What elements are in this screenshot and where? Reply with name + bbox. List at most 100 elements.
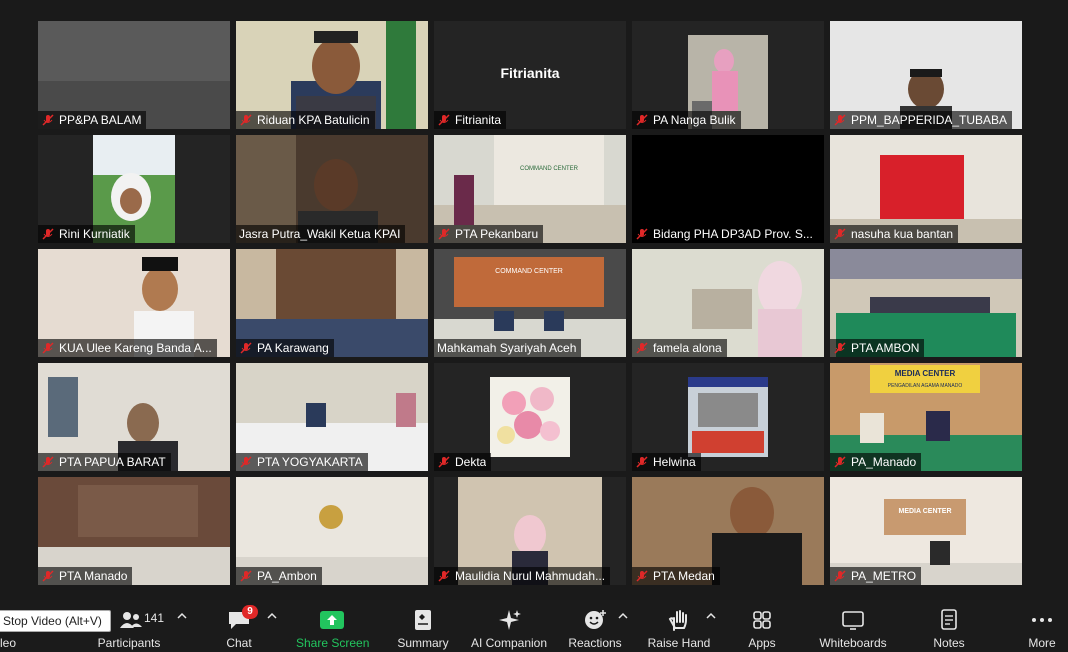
video-tile[interactable]: PTA AMBON bbox=[830, 249, 1022, 357]
muted-mic-icon bbox=[240, 456, 252, 468]
participants-label: Participants bbox=[97, 636, 161, 650]
participant-name: PPM_BAPPERIDA_TUBABA bbox=[851, 113, 1008, 127]
muted-mic-icon bbox=[42, 114, 54, 126]
muted-mic-icon bbox=[438, 456, 450, 468]
participant-nameplate: Helwina bbox=[632, 453, 701, 471]
hand-icon bbox=[668, 610, 687, 631]
participant-nameplate: Maulidia Nurul Mahmudah... bbox=[434, 567, 611, 585]
video-tile[interactable]: COMMAND CENTER PTA Pekanbaru bbox=[434, 135, 626, 243]
reactions-button[interactable]: Reactions bbox=[566, 600, 624, 652]
notes-icon bbox=[941, 609, 957, 630]
video-tile[interactable]: Maulidia Nurul Mahmudah... bbox=[434, 477, 626, 585]
muted-mic-icon bbox=[834, 114, 846, 126]
participant-nameplate: PTA Medan bbox=[632, 567, 720, 585]
video-tile[interactable]: MEDIA CENTER PA_METRO bbox=[830, 477, 1022, 585]
video-tile[interactable]: PTA PAPUA BARAT bbox=[38, 363, 230, 471]
participant-name: Mahkamah Syariyah Aceh bbox=[437, 341, 577, 355]
chat-button[interactable]: 9 Chat bbox=[216, 600, 262, 652]
reactions-label: Reactions bbox=[568, 636, 622, 650]
video-tile[interactable]: Helwina bbox=[632, 363, 824, 471]
video-tile[interactable]: PA_Ambon bbox=[236, 477, 428, 585]
whiteboards-label: Whiteboards bbox=[819, 636, 887, 650]
muted-mic-icon bbox=[636, 570, 648, 582]
video-tile[interactable]: famela alona bbox=[632, 249, 824, 357]
participant-nameplate: Bidang PHA DP3AD Prov. S... bbox=[632, 225, 818, 243]
notes-button[interactable]: Notes bbox=[926, 600, 972, 652]
video-tile[interactable]: KUA Ulee Kareng Banda A... bbox=[38, 249, 230, 357]
notes-label: Notes bbox=[933, 636, 965, 650]
video-tile[interactable]: MEDIA CENTER PENGADILAN AGAMA MANADO PA_… bbox=[830, 363, 1022, 471]
chevron-up-icon[interactable] bbox=[177, 612, 187, 620]
muted-mic-icon bbox=[636, 456, 648, 468]
muted-mic-icon bbox=[42, 342, 54, 354]
video-tile[interactable]: PPM_BAPPERIDA_TUBABA bbox=[830, 21, 1022, 129]
share-screen-button[interactable]: Share Screen bbox=[296, 600, 369, 652]
muted-mic-icon bbox=[636, 228, 648, 240]
apps-label: Apps bbox=[748, 636, 776, 650]
summary-button[interactable]: Summary bbox=[394, 600, 452, 652]
more-label: More bbox=[1028, 636, 1056, 650]
raise-hand-button[interactable]: Raise Hand bbox=[646, 600, 712, 652]
participant-name: Riduan KPA Batulicin bbox=[257, 113, 370, 127]
video-tile[interactable]: PP&PA BALAM bbox=[38, 21, 230, 129]
participant-nameplate: PTA YOGYAKARTA bbox=[236, 453, 368, 471]
muted-mic-icon bbox=[42, 228, 54, 240]
more-button[interactable]: More bbox=[1020, 600, 1064, 652]
participant-name: PTA Medan bbox=[653, 569, 715, 583]
chevron-up-icon[interactable] bbox=[267, 612, 277, 620]
participant-name: PA_Manado bbox=[851, 455, 917, 469]
participant-name: PA Karawang bbox=[257, 341, 329, 355]
participant-name: PTA PAPUA BARAT bbox=[59, 455, 166, 469]
video-tile[interactable]: PA Karawang bbox=[236, 249, 428, 357]
participant-nameplate: Jasra Putra_Wakil Ketua KPAI bbox=[236, 225, 406, 243]
participant-name: famela alona bbox=[653, 341, 722, 355]
video-tile[interactable]: PTA Medan bbox=[632, 477, 824, 585]
participant-nameplate: famela alona bbox=[632, 339, 727, 357]
participant-nameplate: Fitrianita bbox=[434, 111, 507, 129]
media-center-sign: MEDIA CENTER bbox=[898, 508, 951, 515]
video-tile-active-speaker[interactable]: Jasra Putra_Wakil Ketua KPAI bbox=[236, 135, 428, 243]
video-tile[interactable]: COMMAND CENTER Mahkamah Syariyah Aceh bbox=[434, 249, 626, 357]
summary-label: Summary bbox=[397, 636, 449, 650]
video-tile[interactable]: Dekta bbox=[434, 363, 626, 471]
participant-nameplate: PTA Manado bbox=[38, 567, 133, 585]
video-tile[interactable]: PTA Manado bbox=[38, 477, 230, 585]
whiteboards-button[interactable]: Whiteboards bbox=[812, 600, 894, 652]
apps-button[interactable]: Apps bbox=[740, 600, 784, 652]
stop-video-label-partial[interactable]: leo bbox=[0, 636, 16, 650]
video-tile[interactable]: Bidang PHA DP3AD Prov. S... bbox=[632, 135, 824, 243]
stop-video-tooltip: Stop Video (Alt+V) bbox=[0, 610, 111, 632]
muted-mic-icon bbox=[240, 114, 252, 126]
chevron-up-icon[interactable] bbox=[618, 612, 628, 620]
muted-mic-icon bbox=[42, 456, 54, 468]
participant-name: PTA Manado bbox=[59, 569, 128, 583]
muted-mic-icon bbox=[834, 456, 846, 468]
chat-label: Chat bbox=[226, 636, 252, 650]
muted-mic-icon bbox=[438, 228, 450, 240]
ai-companion-button[interactable]: AI Companion bbox=[468, 600, 550, 652]
muted-mic-icon bbox=[834, 228, 846, 240]
participant-nameplate: KUA Ulee Kareng Banda A... bbox=[38, 339, 217, 357]
video-tile[interactable]: Riduan KPA Batulicin bbox=[236, 21, 428, 129]
smiley-icon bbox=[585, 610, 606, 629]
video-tile[interactable]: nasuha kua bantan bbox=[830, 135, 1022, 243]
chevron-up-icon[interactable] bbox=[706, 612, 716, 620]
command-center-sign: COMMAND CENTER bbox=[520, 166, 579, 172]
participant-name: PA_METRO bbox=[851, 569, 917, 583]
video-tile[interactable]: PA Nanga Bulik bbox=[632, 21, 824, 129]
sparkle-icon bbox=[499, 610, 521, 630]
participant-nameplate: PA_Manado bbox=[830, 453, 922, 471]
participant-nameplate: PA_Ambon bbox=[236, 567, 322, 585]
participant-name: PTA AMBON bbox=[851, 341, 920, 355]
participant-name: Bidang PHA DP3AD Prov. S... bbox=[653, 227, 813, 241]
video-tile[interactable]: Rini Kurniatik bbox=[38, 135, 230, 243]
participant-name-center: Fitrianita bbox=[500, 65, 560, 81]
participant-name: nasuha kua bantan bbox=[851, 227, 954, 241]
participant-nameplate: PTA PAPUA BARAT bbox=[38, 453, 171, 471]
video-tile[interactable]: PTA YOGYAKARTA bbox=[236, 363, 428, 471]
participant-nameplate: Mahkamah Syariyah Aceh bbox=[434, 339, 582, 357]
chat-unread-badge: 9 bbox=[242, 605, 258, 619]
participant-name: Maulidia Nurul Mahmudah... bbox=[455, 569, 606, 583]
video-tile[interactable]: Fitrianita Fitrianita bbox=[434, 21, 626, 129]
apps-icon bbox=[753, 611, 771, 629]
